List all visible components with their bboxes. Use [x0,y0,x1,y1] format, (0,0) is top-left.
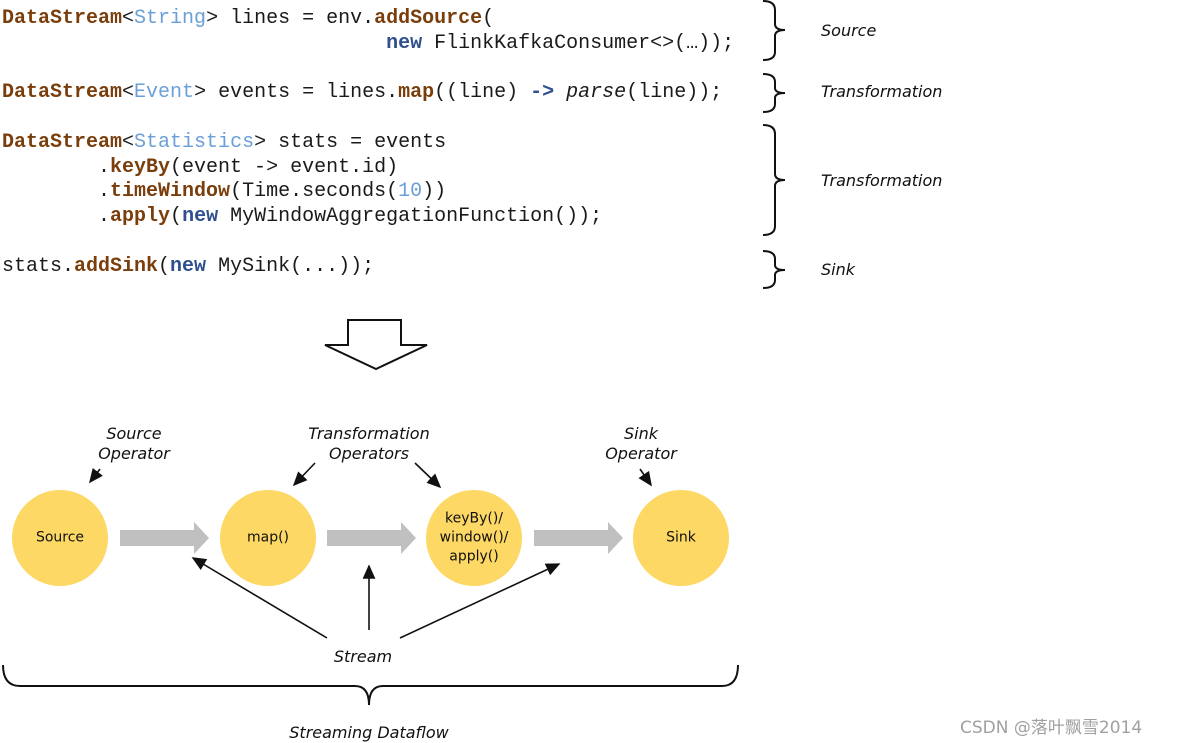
watermark: CSDN @落叶飘雪2014 [960,718,1143,738]
sink-operator-arrow [638,468,652,487]
brace-label-transformation: Transformation [821,171,943,190]
dataflow-brace [2,664,739,706]
brace-label-transformation: Transformation [821,82,943,101]
node-label: Source [35,529,85,546]
transformation-operator-arrow-1 [292,462,316,487]
flow-arrow-1 [120,522,209,554]
brace-label-source: Source [821,21,877,40]
flow-arrow-3 [534,522,623,554]
brace-transformation-1 [762,73,786,113]
node-label: Sink [666,529,696,546]
transformation-operators-label: Transformation Operators [308,424,430,463]
sink-operator-label: Sink Operator [605,424,677,463]
source-operator-arrow [89,467,103,484]
brace-transformation-2 [762,124,786,236]
flow-arrow-2 [327,522,416,554]
diagram-graphics [2,0,786,706]
stream-label: Stream [333,647,393,666]
node-label: keyBy()/ window()/ apply() [439,510,509,565]
code-braces [762,0,786,289]
brace-source [762,0,786,61]
brace-sink [762,250,786,289]
down-arrow-icon [324,319,428,371]
streaming-dataflow-label: Streaming Dataflow [289,723,449,742]
source-operator-label: Source Operator [98,424,170,463]
brace-label-sink: Sink [821,260,856,279]
transformation-operator-arrow-2 [414,462,442,489]
node-label: map() [246,529,290,546]
